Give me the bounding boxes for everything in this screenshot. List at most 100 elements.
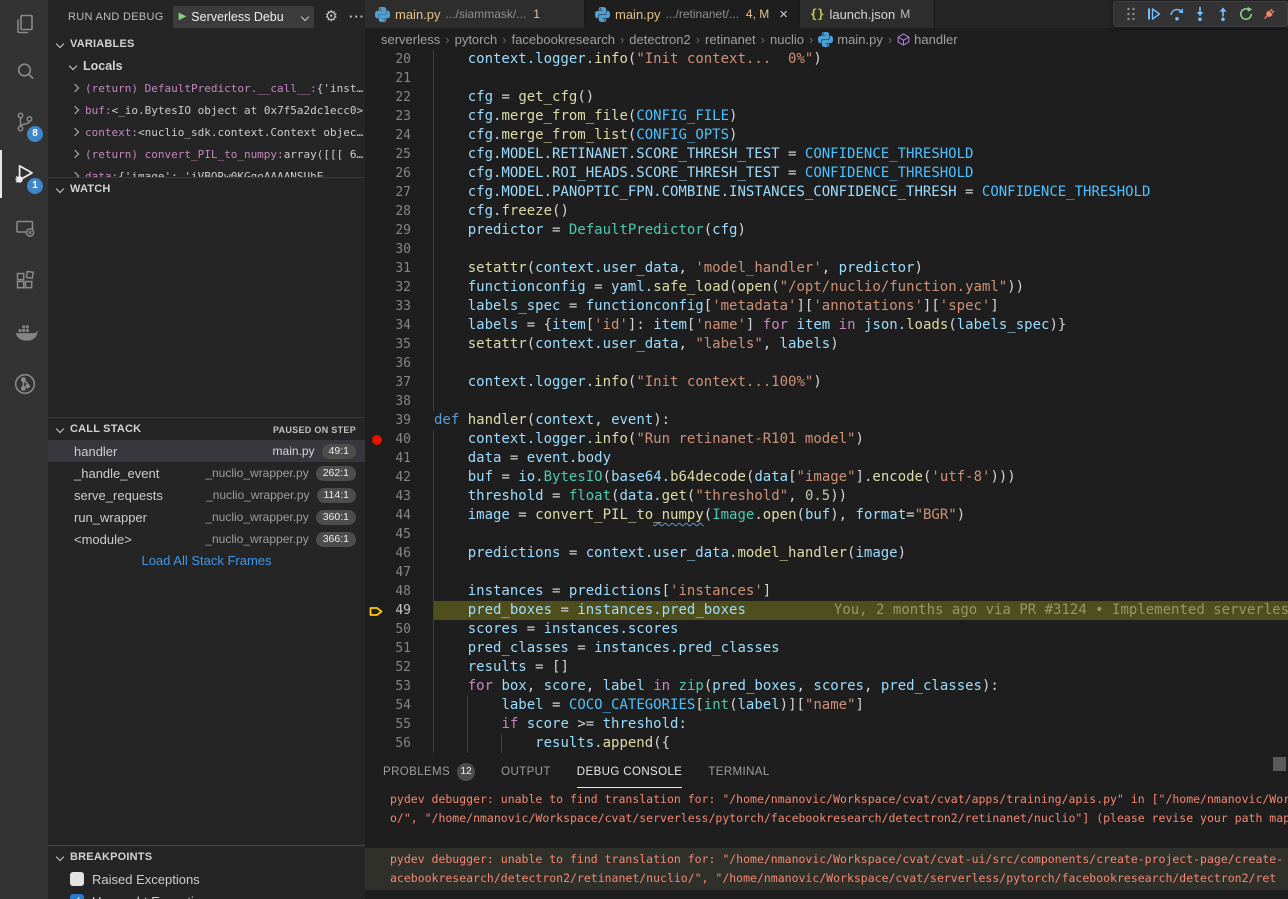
code-line[interactable]: 53 for box, score, label in zip(pred_box…: [365, 677, 1288, 696]
breakpoints-header[interactable]: BREAKPOINTS: [48, 846, 365, 868]
code-line[interactable]: 30: [365, 240, 1288, 259]
code-line[interactable]: 24 cfg.merge_from_list(CONFIG_OPTS): [365, 126, 1288, 145]
checkbox-checked[interactable]: ✓: [70, 894, 84, 899]
activity-remote-explorer[interactable]: [0, 204, 48, 252]
code-line[interactable]: 20 context.logger.info("Init context... …: [365, 50, 1288, 69]
code-line[interactable]: 34 labels = {item['id']: item['name'] fo…: [365, 316, 1288, 335]
close-icon[interactable]: ×: [779, 6, 788, 23]
code-line[interactable]: 43 threshold = float(data.get("threshold…: [365, 487, 1288, 506]
restart-button[interactable]: [1234, 3, 1257, 25]
breadcrumb-item[interactable]: pytorch: [455, 32, 498, 47]
tab-problems[interactable]: PROBLEMS 12: [383, 755, 475, 788]
breadcrumb-item[interactable]: retinanet: [705, 32, 756, 47]
tab-filename: launch.json: [829, 7, 895, 22]
breadcrumb-item[interactable]: detectron2: [629, 32, 690, 47]
code-line[interactable]: 26 cfg.MODEL.ROI_HEADS.SCORE_THRESH_TEST…: [365, 164, 1288, 183]
code-line[interactable]: 39def handler(context, event):: [365, 411, 1288, 430]
code-line[interactable]: 36: [365, 354, 1288, 373]
code-line[interactable]: 50 scores = instances.scores: [365, 620, 1288, 639]
step-out-button[interactable]: [1211, 3, 1234, 25]
code-token: [: [704, 298, 712, 314]
tab-output[interactable]: OUTPUT: [501, 755, 551, 788]
breadcrumb-item[interactable]: facebookresearch: [512, 32, 615, 47]
breakpoint-raised-exceptions[interactable]: Raised Exceptions: [48, 868, 365, 890]
more-actions-icon[interactable]: ···: [349, 9, 365, 24]
code-line[interactable]: 27 cfg.MODEL.PANOPTIC_FPN.COMBINE.INSTAN…: [365, 183, 1288, 202]
code-line[interactable]: 38: [365, 392, 1288, 411]
locals-scope[interactable]: Locals: [48, 55, 365, 77]
checkbox-unchecked[interactable]: [70, 872, 84, 886]
activity-run-debug[interactable]: 1: [0, 150, 48, 198]
code-line[interactable]: 48 instances = predictions['instances']: [365, 582, 1288, 601]
variable-row[interactable]: buf: <_io.BytesIO object at 0x7f5a2dc1ec…: [48, 99, 365, 121]
console-message-block[interactable]: pydev debugger: unable to find translati…: [365, 788, 1288, 830]
code-line[interactable]: 32 functionconfig = yaml.safe_load(open(…: [365, 278, 1288, 297]
activity-git-graph[interactable]: [0, 360, 48, 408]
step-over-button[interactable]: [1165, 3, 1188, 25]
call-stack-frame[interactable]: serve_requests_nuclio_wrapper.py114:1: [48, 484, 365, 506]
code-line[interactable]: 37 context.logger.info("Init context...1…: [365, 373, 1288, 392]
code-line[interactable]: 47: [365, 563, 1288, 582]
code-line[interactable]: 25 cfg.MODEL.RETINANET.SCORE_THRESH_TEST…: [365, 145, 1288, 164]
activity-search[interactable]: [0, 48, 48, 96]
code-line[interactable]: 21: [365, 69, 1288, 88]
code-line[interactable]: 42 buf = io.BytesIO(base64.b64decode(dat…: [365, 468, 1288, 487]
tab-debug-console[interactable]: DEBUG CONSOLE: [577, 755, 683, 788]
code-line[interactable]: 40 context.logger.info("Run retinanet-R1…: [365, 430, 1288, 449]
code-line[interactable]: 44 image = convert_PIL_to_numpy(Image.op…: [365, 506, 1288, 525]
variable-row[interactable]: (return) DefaultPredictor.__call__: {'in…: [48, 77, 365, 99]
disconnect-button[interactable]: [1257, 3, 1280, 25]
call-stack-frame[interactable]: run_wrapper_nuclio_wrapper.py360:1: [48, 506, 365, 528]
code-line[interactable]: 23 cfg.merge_from_file(CONFIG_FILE): [365, 107, 1288, 126]
breakpoint-dot[interactable]: [372, 435, 382, 445]
activity-source-control[interactable]: 8: [0, 98, 48, 146]
watch-header[interactable]: WATCH: [48, 178, 365, 200]
code-line[interactable]: 31 setattr(context.user_data, 'model_han…: [365, 259, 1288, 278]
continue-button[interactable]: [1142, 3, 1165, 25]
code-line[interactable]: 41 data = event.body: [365, 449, 1288, 468]
console-message-block[interactable]: pydev debugger: unable to find translati…: [365, 848, 1288, 890]
variables-header[interactable]: VARIABLES: [48, 33, 365, 55]
code-line[interactable]: 28 cfg.freeze(): [365, 202, 1288, 221]
code-line[interactable]: 33 labels_spec = functionconfig['metadat…: [365, 297, 1288, 316]
code-line[interactable]: 49 pred_boxes = instances.pred_boxesYou,…: [365, 601, 1288, 620]
code-content: cfg.merge_from_file(CONFIG_FILE): [434, 107, 1288, 126]
call-stack-frame[interactable]: _handle_event_nuclio_wrapper.py262:1: [48, 462, 365, 484]
code-line[interactable]: 51 pred_classes = instances.pred_classes: [365, 639, 1288, 658]
breakpoint-uncaught-exceptions[interactable]: ✓ Uncaught Exceptions: [48, 890, 365, 899]
breadcrumb-item[interactable]: handler: [897, 32, 957, 47]
code-line[interactable]: 29 predictor = DefaultPredictor(cfg): [365, 221, 1288, 240]
code-line[interactable]: 46 predictions = context.user_data.model…: [365, 544, 1288, 563]
call-stack-frame[interactable]: handlermain.py49:1: [48, 440, 365, 462]
code-line[interactable]: 45: [365, 525, 1288, 544]
code-line[interactable]: 54 label = COCO_CATEGORIES[int(label)]["…: [365, 696, 1288, 715]
breadcrumb-item[interactable]: nuclio: [770, 32, 804, 47]
variable-row[interactable]: data: {'image': 'iVBORw0KGgoAAAANSUhE…: [48, 165, 365, 177]
code-line[interactable]: 22 cfg = get_cfg(): [365, 88, 1288, 107]
breadcrumb-item[interactable]: serverless: [381, 32, 440, 47]
step-into-button[interactable]: [1188, 3, 1211, 25]
tab-main-py-siammask[interactable]: main.py .../siammask/... 1: [365, 0, 585, 28]
tab-terminal[interactable]: TERMINAL: [708, 755, 769, 788]
variable-row[interactable]: (return) convert_PIL_to_numpy: array([[[…: [48, 143, 365, 165]
activity-docker[interactable]: [0, 308, 48, 356]
tab-main-py-retinanet[interactable]: main.py .../retinanet/... 4, M ×: [585, 0, 800, 28]
load-all-stack-frames-link[interactable]: Load All Stack Frames: [48, 550, 365, 572]
start-debug-icon[interactable]: ▶: [179, 11, 187, 22]
panel-scrollbar-thumb[interactable]: [1273, 757, 1286, 771]
code-editor[interactable]: 20 context.logger.info("Init context... …: [365, 50, 1288, 755]
code-line[interactable]: 55 if score >= threshold:: [365, 715, 1288, 734]
code-line[interactable]: 52 results = []: [365, 658, 1288, 677]
gear-icon[interactable]: ⚙: [325, 9, 338, 24]
activity-explorer[interactable]: [0, 0, 48, 48]
call-stack-frame[interactable]: <module>_nuclio_wrapper.py366:1: [48, 528, 365, 550]
code-line[interactable]: 56 results.append({: [365, 734, 1288, 753]
activity-extensions[interactable]: [0, 256, 48, 304]
code-line[interactable]: 35 setattr(context.user_data, "labels", …: [365, 335, 1288, 354]
toolbar-drag-handle[interactable]: [1119, 3, 1142, 25]
launch-config-dropdown[interactable]: ▶ Serverless Debu: [173, 6, 314, 28]
breadcrumb-item[interactable]: main.py: [818, 32, 883, 47]
tab-launch-json[interactable]: {} launch.json M: [800, 0, 935, 28]
code-token: .: [754, 507, 762, 523]
variable-row[interactable]: context: <nuclio_sdk.context.Context obj…: [48, 121, 365, 143]
